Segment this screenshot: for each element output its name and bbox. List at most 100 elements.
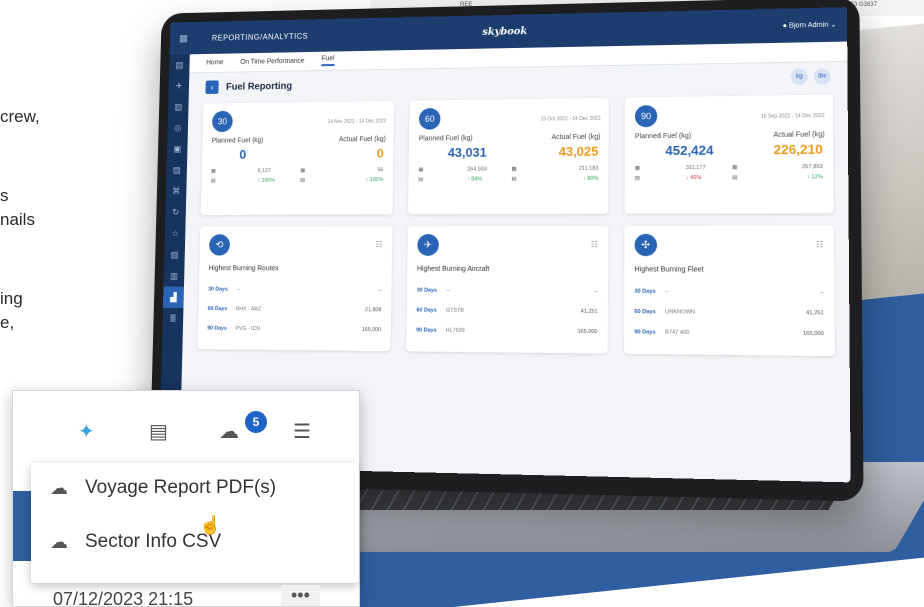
document-icon[interactable]: ▤: [166, 159, 187, 180]
fuel-value: 165,000: [577, 328, 598, 336]
fuel-card: 30 14 Nov 2022 - 14 Dec 2022 Planned Fuel …: [200, 100, 395, 215]
period-label: 90 Days: [634, 329, 656, 336]
compare-icon: ▤: [511, 176, 517, 183]
menu-icon[interactable]: ▦: [179, 28, 188, 49]
burning-row: 90 Days PVG - ICN 165,000: [207, 326, 381, 333]
period-label: 90 Days: [207, 325, 227, 332]
planned-prev-value: 311,177: [685, 164, 706, 172]
calendar-icon: ▦: [511, 166, 517, 173]
refresh-icon[interactable]: ↻: [165, 201, 186, 222]
list-menu-icon[interactable]: ☷: [816, 240, 824, 249]
period-label: 60 Days: [634, 308, 656, 316]
item-name: BHX - ABZ: [235, 306, 262, 313]
burning-row: 60 Days UNKNOWN 41,251: [634, 309, 823, 316]
marketing-text-5: e,: [0, 313, 15, 332]
marketing-text-4: ing: [0, 289, 23, 308]
item-name: --: [446, 287, 450, 294]
item-name: GTSTB: [445, 307, 464, 314]
unit-kg-button[interactable]: kg: [790, 68, 808, 86]
fuel-value: --: [594, 288, 598, 295]
list-menu-icon[interactable]: ☷: [375, 240, 382, 249]
actual-fuel-label: Actual Fuel (kg): [773, 131, 825, 139]
chart-icon[interactable]: ▥: [168, 96, 189, 117]
network-icon[interactable]: ⌘: [166, 180, 187, 201]
calendar-icon: ▦: [300, 167, 306, 174]
globe-icon[interactable]: ◎: [167, 117, 188, 138]
planned-pct-change: ↑ 84%: [467, 176, 483, 183]
unit-lbs-button[interactable]: lbs: [813, 68, 831, 85]
tab-on-time-performance[interactable]: On Time Performance: [240, 58, 304, 66]
clipboard-icon[interactable]: ▧: [164, 244, 185, 265]
menu-item-voyage-report[interactable]: ☁ Voyage Report PDF(s): [47, 477, 276, 499]
planned-pct-change: ↑ 100%: [257, 177, 275, 184]
user-menu[interactable]: ● Bjorn Admin ⌄: [783, 21, 837, 30]
airplane-icon: ✈: [417, 234, 439, 256]
planned-prev-value: 8,127: [257, 168, 271, 175]
planned-fuel-label: Planned Fuel (kg): [211, 137, 264, 145]
compare-icon: ▤: [418, 176, 424, 183]
star-icon[interactable]: ☆: [165, 223, 186, 244]
compare-icon: ▤: [210, 178, 216, 185]
calendar-icon[interactable]: ▣: [167, 138, 188, 159]
days-badge: 30: [211, 110, 233, 133]
page-header: ‹ Fuel Reporting: [205, 79, 292, 94]
trash-icon[interactable]: ▥: [164, 265, 185, 286]
fuel-value: --: [819, 289, 824, 296]
calendar-icon: ▦: [210, 168, 216, 175]
notification-badge: 5: [245, 411, 267, 433]
planned-pct-change: ↓ 45%: [685, 175, 702, 182]
fuel-value: 165,000: [802, 330, 824, 338]
actual-pct-change: ↑ 80%: [582, 175, 599, 182]
item-name: B747 400: [665, 329, 690, 337]
flight-icon[interactable]: ✈: [168, 75, 189, 96]
planned-fuel-value: 452,424: [665, 142, 714, 159]
dashboard-icon[interactable]: ▤: [169, 54, 190, 75]
actual-prev-value: 56: [377, 167, 384, 174]
card-title: Highest Burning Fleet: [634, 266, 704, 274]
item-name: --: [236, 286, 240, 293]
item-name: UNKNOWN: [665, 309, 696, 316]
analytics-icon[interactable]: ▟: [162, 286, 184, 308]
list-menu-icon[interactable]: ☷: [591, 240, 598, 249]
back-button[interactable]: ‹: [205, 80, 219, 94]
calendar-icon: ▦: [634, 165, 641, 172]
menu-item-sector-info[interactable]: ☁ Sector Info CSV: [47, 531, 221, 553]
date-range: 15 Sep 2022 - 14 Dec 2022: [760, 112, 825, 120]
cloud-download-icon[interactable]: ☁: [219, 419, 239, 444]
tab-home[interactable]: Home: [206, 59, 223, 66]
actual-fuel-label: Actual Fuel (kg): [338, 136, 386, 144]
cloud-download-icon: ☁: [50, 477, 68, 498]
planned-fuel-value: 0: [239, 147, 247, 162]
fleet-icon: ✣: [634, 233, 658, 257]
date-range: 15 Oct 2022 - 14 Dec 2022: [540, 115, 601, 123]
hand-cursor-icon: ☝: [199, 515, 222, 535]
marketing-text-1: crew,: [0, 107, 40, 126]
popup-toolbar: ✦ ▤ ☁ 5 ☰: [13, 391, 361, 459]
chevron-down-icon: ⌄: [830, 21, 837, 29]
fuel-value: 41,251: [580, 308, 598, 315]
period-label: 30 Days: [634, 288, 656, 295]
compare-icon: ▤: [300, 177, 306, 184]
planned-fuel-value: 43,031: [447, 144, 487, 160]
list-icon[interactable]: ≣: [162, 308, 183, 330]
planned-prev-value: 264,933: [467, 166, 487, 173]
sliders-icon[interactable]: ☰: [293, 419, 311, 444]
sparkle-icon[interactable]: ✦: [78, 419, 95, 444]
planned-fuel-label: Planned Fuel (kg): [418, 135, 473, 143]
route-icon: ⟲: [209, 234, 231, 256]
tab-fuel[interactable]: Fuel: [321, 55, 335, 67]
fuel-value: 41,251: [805, 310, 824, 317]
period-label: 60 Days: [207, 306, 228, 313]
actual-pct-change: ↑ 100%: [365, 177, 384, 184]
item-name: --: [665, 288, 669, 295]
document-icon[interactable]: ▤: [149, 419, 168, 444]
period-label: 30 Days: [208, 286, 228, 293]
more-button[interactable]: •••: [281, 585, 320, 606]
compare-icon: ▤: [732, 174, 738, 181]
date-range: 14 Nov 2022 - 14 Dec 2022: [327, 118, 387, 126]
fuel-card: 90 15 Sep 2022 - 14 Dec 2022 Planned Fuel …: [624, 94, 834, 214]
actual-fuel-label: Actual Fuel (kg): [551, 133, 601, 142]
days-badge: 60: [418, 107, 441, 130]
section-title: REPORTING/ANALYTICS: [211, 31, 309, 43]
marketing-text-3: nails: [0, 210, 35, 229]
